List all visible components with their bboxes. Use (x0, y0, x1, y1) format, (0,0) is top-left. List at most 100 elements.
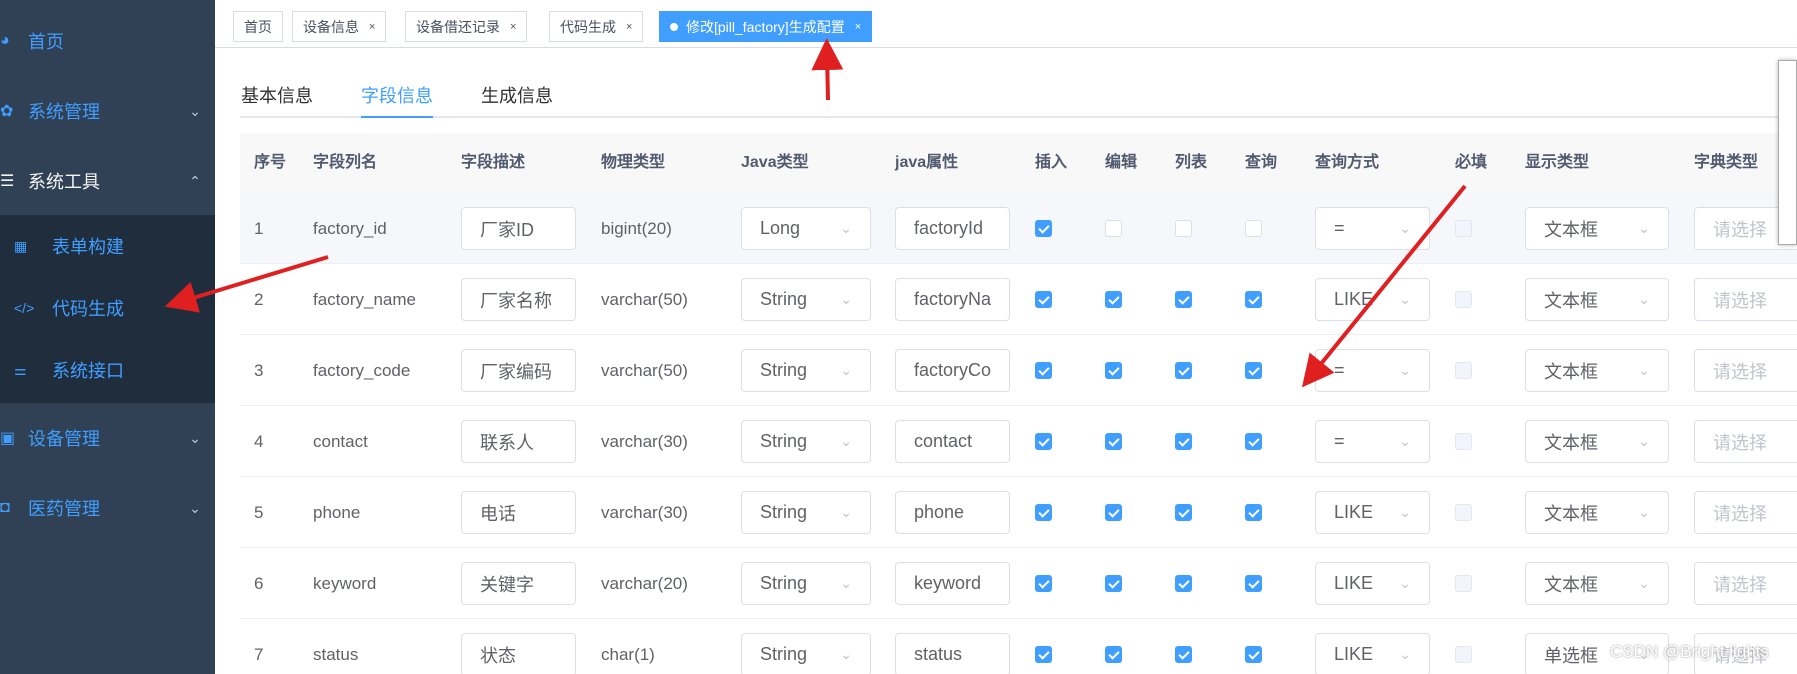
sidebar-item-medicine-management[interactable]: ◘ 医药管理 ⌄ (0, 473, 215, 543)
query-mode-select[interactable]: = ⌄ (1315, 420, 1430, 463)
display-type-select[interactable]: 文本框 ⌄ (1525, 562, 1669, 605)
query-mode-select[interactable]: LIKE ⌄ (1315, 562, 1430, 605)
tab-basic-info[interactable]: 基本信息 (241, 82, 313, 118)
sidebar-item-system-tools[interactable]: ☰ 系统工具 ⌃ (0, 146, 215, 216)
java-type-select[interactable]: String ⌄ (741, 491, 871, 534)
chevron-down-icon: ⌄ (840, 504, 852, 520)
display-type-select[interactable]: 文本框 ⌄ (1525, 207, 1669, 250)
java-attr-input[interactable]: factoryId (895, 207, 1010, 250)
query-checkbox[interactable] (1245, 433, 1262, 450)
edit-checkbox[interactable] (1105, 575, 1122, 592)
list-checkbox[interactable] (1175, 646, 1192, 663)
dict-type-select[interactable]: 请选择 (1694, 420, 1797, 463)
java-attr-input[interactable]: status (895, 633, 1010, 674)
required-checkbox[interactable] (1455, 291, 1472, 308)
java-type-select[interactable]: Long ⌄ (741, 207, 871, 250)
required-checkbox[interactable] (1455, 575, 1472, 592)
query-checkbox[interactable] (1245, 291, 1262, 308)
java-type-select[interactable]: String ⌄ (741, 420, 871, 463)
dict-type-select[interactable]: 请选择 (1694, 491, 1797, 534)
java-attr-input[interactable]: factoryCo (895, 349, 1010, 392)
edit-checkbox[interactable] (1105, 362, 1122, 379)
insert-checkbox[interactable] (1035, 575, 1052, 592)
dict-type-select[interactable]: 请选择 (1694, 278, 1797, 321)
java-attr-input[interactable]: factoryNa (895, 278, 1010, 321)
dict-type-select[interactable]: 请选择 (1694, 349, 1797, 392)
tab-field-info[interactable]: 字段信息 (361, 82, 433, 118)
sidebar-item-label: 设备管理 (28, 429, 100, 449)
insert-checkbox[interactable] (1035, 362, 1052, 379)
query-mode-select[interactable]: LIKE ⌄ (1315, 491, 1430, 534)
desc-input[interactable]: 状态 (461, 633, 576, 674)
list-checkbox[interactable] (1175, 575, 1192, 592)
close-icon[interactable]: × (626, 21, 632, 33)
java-type-select[interactable]: String ⌄ (741, 278, 871, 321)
tag-code-generation[interactable]: 代码生成 × (549, 11, 644, 42)
query-checkbox[interactable] (1245, 575, 1262, 592)
java-type-select[interactable]: String ⌄ (741, 633, 871, 674)
sidebar-item-form-builder[interactable]: ▦ 表单构建 (0, 215, 215, 277)
required-checkbox[interactable] (1455, 362, 1472, 379)
sidebar-item-code-generation[interactable]: </> 代码生成 (0, 277, 215, 339)
chevron-down-icon: ⌄ (840, 646, 852, 662)
query-checkbox[interactable] (1245, 646, 1262, 663)
sidebar-item-label: 表单构建 (52, 237, 124, 257)
query-mode-select[interactable]: LIKE ⌄ (1315, 278, 1430, 321)
java-type-select[interactable]: String ⌄ (741, 349, 871, 392)
query-checkbox[interactable] (1245, 362, 1262, 379)
required-checkbox[interactable] (1455, 504, 1472, 521)
close-icon[interactable]: × (510, 21, 516, 33)
display-type-select[interactable]: 文本框 ⌄ (1525, 491, 1669, 534)
sidebar-item-system-api[interactable]: ⚌ 系统接口 (0, 339, 215, 401)
desc-input[interactable]: 厂家名称 (461, 278, 576, 321)
tag-device-borrow-records[interactable]: 设备借还记录 × (405, 11, 528, 42)
desc-input[interactable]: 关键字 (461, 562, 576, 605)
dict-type-select[interactable]: 请选择 (1694, 562, 1797, 605)
cell-no: 4 (254, 431, 264, 451)
insert-checkbox[interactable] (1035, 291, 1052, 308)
display-type-select[interactable]: 文本框 ⌄ (1525, 420, 1669, 463)
sidebar-item-device-management[interactable]: ▣ 设备管理 ⌄ (0, 403, 215, 473)
required-checkbox[interactable] (1455, 646, 1472, 663)
query-checkbox[interactable] (1245, 504, 1262, 521)
java-type-select[interactable]: String ⌄ (741, 562, 871, 605)
tag-home[interactable]: 首页 (233, 11, 283, 42)
list-checkbox[interactable] (1175, 504, 1192, 521)
query-mode-select[interactable]: LIKE ⌄ (1315, 633, 1430, 674)
required-checkbox[interactable] (1455, 433, 1472, 450)
desc-input[interactable]: 电话 (461, 491, 576, 534)
display-type-select[interactable]: 文本框 ⌄ (1525, 349, 1669, 392)
query-mode-select[interactable]: = ⌄ (1315, 207, 1430, 250)
tab-generation-info[interactable]: 生成信息 (481, 82, 553, 118)
list-checkbox[interactable] (1175, 362, 1192, 379)
query-mode-select[interactable]: = ⌄ (1315, 349, 1430, 392)
edit-checkbox[interactable] (1105, 291, 1122, 308)
sidebar-item-home[interactable]: ◕ 首页 (0, 6, 215, 76)
query-checkbox[interactable] (1245, 220, 1262, 237)
insert-checkbox[interactable] (1035, 220, 1052, 237)
sidebar-item-system-management[interactable]: ✿ 系统管理 ⌄ (0, 76, 215, 146)
edit-checkbox[interactable] (1105, 220, 1122, 237)
edit-checkbox[interactable] (1105, 646, 1122, 663)
list-checkbox[interactable] (1175, 433, 1192, 450)
edit-checkbox[interactable] (1105, 433, 1122, 450)
list-checkbox[interactable] (1175, 291, 1192, 308)
insert-checkbox[interactable] (1035, 504, 1052, 521)
desc-input[interactable]: 联系人 (461, 420, 576, 463)
tag-device-info[interactable]: 设备信息 × (292, 11, 387, 42)
java-attr-input[interactable]: phone (895, 491, 1010, 534)
required-checkbox[interactable] (1455, 220, 1472, 237)
close-icon[interactable]: × (369, 21, 375, 33)
display-type-select[interactable]: 文本框 ⌄ (1525, 278, 1669, 321)
desc-input[interactable]: 厂家编码 (461, 349, 576, 392)
tag-label: 代码生成 (560, 18, 616, 35)
list-checkbox[interactable] (1175, 220, 1192, 237)
java-attr-input[interactable]: contact (895, 420, 1010, 463)
insert-checkbox[interactable] (1035, 433, 1052, 450)
tag-edit-gen-config[interactable]: 修改[pill_factory]生成配置 × (659, 11, 873, 42)
edit-checkbox[interactable] (1105, 504, 1122, 521)
java-attr-input[interactable]: keyword (895, 562, 1010, 605)
close-icon[interactable]: × (855, 21, 861, 33)
desc-input[interactable]: 厂家ID (461, 207, 576, 250)
insert-checkbox[interactable] (1035, 646, 1052, 663)
